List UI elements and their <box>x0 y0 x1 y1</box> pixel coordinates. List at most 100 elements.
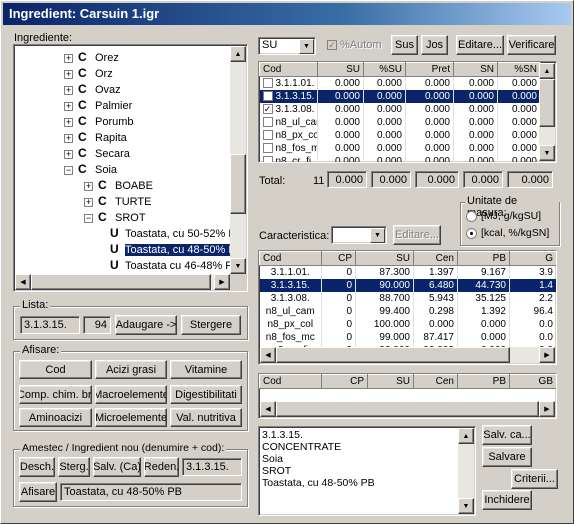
table-row[interactable]: n8_ul_cam 0 99.400 0.298 1.392 96.4 <box>259 304 556 318</box>
grid2-hscroll[interactable]: ◀ ▶ <box>260 347 555 363</box>
tree-node[interactable]: + C Secara <box>64 145 130 161</box>
tree-node[interactable]: + C Ovaz <box>64 81 121 97</box>
grid1-header-cell[interactable]: SN <box>453 62 498 77</box>
afisare-microelemente-button[interactable]: Microelemente <box>95 408 167 427</box>
scroll-right-icon[interactable]: ▶ <box>539 347 555 363</box>
tree-vscroll[interactable]: ▲ ▼ <box>230 46 246 274</box>
expand-icon[interactable]: + <box>64 117 73 127</box>
tree-vscroll-thumb[interactable] <box>230 154 246 214</box>
unitate-mj-radio[interactable]: [MJ, g/kgSU] <box>466 210 541 222</box>
collapse-icon[interactable]: − <box>64 165 73 175</box>
afisare-comp-chim-button[interactable]: Comp. chim. br. <box>19 385 92 404</box>
grid2-hscroll-thumb[interactable] <box>276 347 510 363</box>
tree-node[interactable]: + C Orz <box>64 65 113 81</box>
scroll-up-icon[interactable]: ▲ <box>539 63 555 79</box>
scroll-right-icon[interactable]: ▶ <box>539 401 555 417</box>
checkbox-icon[interactable] <box>262 142 273 153</box>
scroll-down-icon[interactable]: ▼ <box>539 145 555 161</box>
caracteristica-combo[interactable]: ▼ <box>331 226 387 244</box>
afisare-vitamine-button[interactable]: Vitamine <box>170 360 242 379</box>
scroll-down-icon[interactable]: ▼ <box>458 498 474 514</box>
grid3-header-cell[interactable]: PB <box>457 374 510 389</box>
totals-grid[interactable]: Cod CP SU Cen PB GB ◀ ▶ <box>258 373 557 419</box>
tree-node[interactable]: + C Rapita <box>64 129 127 145</box>
checkbox-icon[interactable] <box>262 116 273 127</box>
grid1-header-cell[interactable]: SU <box>317 62 364 77</box>
table-row[interactable]: n8_ul_cam0.0000.0000.0000.0000.000 <box>259 115 541 129</box>
tree-node[interactable]: + C Palmier <box>64 97 132 113</box>
sus-button[interactable]: Sus <box>391 35 418 55</box>
afisare-amestec-button[interactable]: Afisare <box>19 482 57 502</box>
info-textarea[interactable]: 3.1.3.15. CONCENTRATE Soia SROT Toastata, cu… <box>258 426 476 516</box>
grid1-header-cell[interactable]: %SN <box>497 62 541 77</box>
scroll-right-icon[interactable]: ▶ <box>214 274 230 290</box>
unitate-kcal-radio[interactable]: [kcal, %/kgSN] <box>466 227 549 239</box>
tree-node[interactable]: U Toastata, cu 48-50% P <box>106 241 237 257</box>
salvare-button[interactable]: Salvare <box>482 447 532 467</box>
grid1-header-cell[interactable]: Pret <box>405 62 454 77</box>
tree-node[interactable]: U Toastata, cu 50-52% P <box>106 225 236 241</box>
su-combo-arrow-icon[interactable]: ▼ <box>299 39 314 54</box>
table-row[interactable]: 3.1.1.01. 0.000 0.000 0.000 0.000 0.000 <box>259 76 541 90</box>
grid3-header-cell[interactable]: Cod <box>259 374 322 389</box>
inchidere-button[interactable]: Inchidere <box>482 490 532 510</box>
afisare-macroelemente-button[interactable]: Macroelemente <box>95 385 167 404</box>
sterge-button[interactable]: Sterg. <box>58 457 90 477</box>
expand-icon[interactable]: + <box>64 53 73 63</box>
ingredient-tree[interactable]: + C Orez + C Orz + C Ovaz + C Palmier + C Porumb + C Rapi… <box>13 44 248 292</box>
su-combo[interactable]: SU ▼ <box>258 37 316 55</box>
jos-button[interactable]: Jos <box>421 35 448 55</box>
grid2-header-cell[interactable]: Cod <box>259 251 322 266</box>
grid1-vscroll[interactable]: ▲ ▼ <box>539 63 555 161</box>
info-vscroll[interactable]: ▲ ▼ <box>458 428 474 514</box>
afisare-val-nutritiva-button[interactable]: Val. nutritiva <box>170 408 242 427</box>
table-row[interactable]: 3.1.1.01. 0 87.300 1.397 9.167 3.9 <box>259 265 556 279</box>
values-grid[interactable]: Cod CP SU Cen PB G 3.1.1.01. 0 87.300 1.397 9.167… <box>258 250 557 365</box>
table-row[interactable]: 3.1.3.15. 0 90.000 6.480 44.730 1.4 <box>259 278 556 292</box>
checkbox-checked-icon[interactable]: ✓ <box>262 103 273 114</box>
salv-ca-button[interactable]: Salv. ca... <box>482 425 532 445</box>
checkbox-icon[interactable] <box>262 78 273 89</box>
expand-icon[interactable]: + <box>84 181 93 191</box>
ingredients-grid[interactable]: Cod SU %SU Pret SN %SN 3.1.1.01. 0.000 0.000 0.0… <box>258 61 557 163</box>
caracteristica-arrow-icon[interactable]: ▼ <box>370 228 385 243</box>
tree-node[interactable]: + C Porumb <box>64 113 134 129</box>
verificare-button[interactable]: Verificare <box>507 35 556 55</box>
table-row[interactable]: n8_cr_fj 0.000 0.000 0.000 0.000 0.000 <box>259 154 541 162</box>
scroll-up-icon[interactable]: ▲ <box>230 46 246 62</box>
grid3-header-cell[interactable]: SU <box>367 374 414 389</box>
table-row[interactable]: n8_px_col 0 100.000 0.000 0.000 0.0 <box>259 317 556 331</box>
tree-node[interactable]: + C BOABE <box>84 177 153 193</box>
checkbox-icon[interactable] <box>262 155 273 162</box>
editare-button[interactable]: Editare... <box>456 35 504 55</box>
stergere-button[interactable]: Stergere <box>181 315 241 335</box>
expand-icon[interactable]: + <box>64 85 73 95</box>
expand-icon[interactable]: + <box>64 133 73 143</box>
grid3-hscroll-thumb[interactable] <box>276 401 539 417</box>
table-row[interactable]: ✓ 3.1.3.15. 0.000 0.000 0.000 0.000 0.000 <box>259 89 541 103</box>
expand-icon[interactable]: + <box>84 197 93 207</box>
scroll-down-icon[interactable]: ▼ <box>230 258 246 274</box>
tree-node[interactable]: U Toastata cu 46-48% P <box>106 257 233 273</box>
afisare-acizi-grasi-button[interactable]: Acizi grasi <box>95 360 167 379</box>
grid2-header-cell[interactable]: SU <box>355 251 414 266</box>
scroll-left-icon[interactable]: ◀ <box>260 401 276 417</box>
amestec-code-field[interactable]: 3.1.3.15. <box>182 458 242 476</box>
tree-node[interactable]: + C Orez <box>64 49 119 65</box>
tree-node[interactable]: − C SROT <box>84 209 146 225</box>
caracteristica-editare-button[interactable]: Editare... <box>393 225 441 245</box>
grid1-header-cell[interactable]: %SU <box>363 62 406 77</box>
table-row[interactable]: n8_fos_mc 0 99.000 87.417 0.000 0.0 <box>259 330 556 344</box>
expand-icon[interactable]: + <box>64 101 73 111</box>
deschide-button[interactable]: Desch. <box>19 457 55 477</box>
scroll-left-icon[interactable]: ◀ <box>260 347 276 363</box>
tree-hscroll-thumb[interactable] <box>31 274 211 290</box>
grid2-header-cell[interactable]: Cen <box>413 251 458 266</box>
grid3-header-cell[interactable]: CP <box>321 374 368 389</box>
expand-icon[interactable]: + <box>64 69 73 79</box>
grid1-header-cell[interactable]: Cod <box>259 62 318 77</box>
scroll-up-icon[interactable]: ▲ <box>458 428 474 444</box>
amestec-name-field[interactable]: Toastata, cu 48-50% PB <box>60 483 242 501</box>
tree-node[interactable]: − C Soia <box>64 161 117 177</box>
tree-hscroll[interactable]: ◀ ▶ <box>15 274 230 290</box>
